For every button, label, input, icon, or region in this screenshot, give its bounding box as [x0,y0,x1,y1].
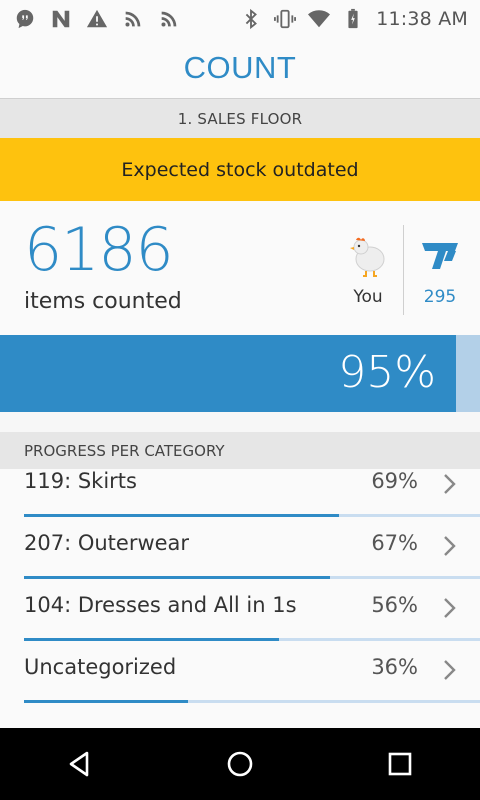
team-count: 295 [423,287,457,307]
list-item[interactable]: 207: Outerwear 67% [0,526,480,588]
home-icon [227,751,253,777]
recents-icon [388,752,412,776]
navigation-bar [0,728,480,800]
system-icons: 11:38 AM [240,8,480,30]
list-item[interactable]: 119: Skirts 69% [0,469,480,526]
rss-icon [122,8,144,30]
count-summary: 6186 items counted You 295 [0,201,480,335]
chevron-right-icon [442,658,458,682]
category-progress-track [24,700,480,703]
category-name: 207: Outerwear [24,531,190,555]
home-button[interactable] [220,744,260,784]
status-bar: 11:38 AM [0,0,480,38]
you-tab[interactable]: You [340,231,396,311]
section-bar[interactable]: 1. SALES FLOOR [0,99,480,138]
recents-button[interactable] [380,744,420,784]
items-counted-label: items counted [24,289,182,314]
page-title: COUNT [183,50,297,85]
category-name: 119: Skirts [24,469,137,493]
back-icon [69,751,89,777]
n-logo-icon [50,8,72,30]
category-header-label: PROGRESS PER CATEGORY [24,441,225,460]
category-header: PROGRESS PER CATEGORY [0,432,480,469]
app-header: COUNT [0,38,480,99]
category-progress-fill [24,700,189,703]
category-list: 119: Skirts 69% 207: Outerwear 67% 104: … [0,469,480,728]
category-progress-fill [24,576,330,579]
chat-bubble-icon [14,8,36,30]
rss-icon [158,8,180,30]
team-tab[interactable]: 295 [412,231,468,311]
chicken-icon [350,237,385,277]
section-label: 1. SALES FLOOR [177,109,303,128]
category-percent: 67% [371,531,418,555]
warning-banner[interactable]: Expected stock outdated [0,138,480,201]
notification-icons [0,8,180,30]
battery-icon [342,8,364,30]
clock: 11:38 AM [376,8,468,30]
you-label: You [353,287,383,307]
category-progress-fill [24,514,339,517]
divider [403,225,404,315]
category-percent: 56% [371,593,418,617]
vibrate-icon [274,8,297,30]
list-item[interactable]: 104: Dresses and All in 1s 56% [0,588,480,650]
category-progress-track [24,638,480,641]
total-progress-percent: 95% [338,347,436,398]
back-button[interactable] [60,744,100,784]
category-progress-fill [24,638,280,641]
bluetooth-icon [240,8,262,30]
warning-icon [86,8,108,30]
chevron-right-icon [442,596,458,620]
team-logo-icon [422,243,458,269]
chevron-right-icon [442,534,458,558]
chevron-right-icon [442,472,458,496]
items-counted-value: 6186 [24,215,174,285]
list-item[interactable]: Uncategorized 36% [0,650,480,712]
category-percent: 36% [371,655,418,679]
warning-text: Expected stock outdated [121,158,359,181]
wifi-icon [308,8,331,30]
total-progress-bar: 95% [0,335,480,412]
category-name: 104: Dresses and All in 1s [24,593,297,617]
category-name: Uncategorized [24,655,177,679]
category-progress-track [24,576,480,579]
category-progress-track [24,514,480,517]
category-percent: 69% [371,469,418,493]
